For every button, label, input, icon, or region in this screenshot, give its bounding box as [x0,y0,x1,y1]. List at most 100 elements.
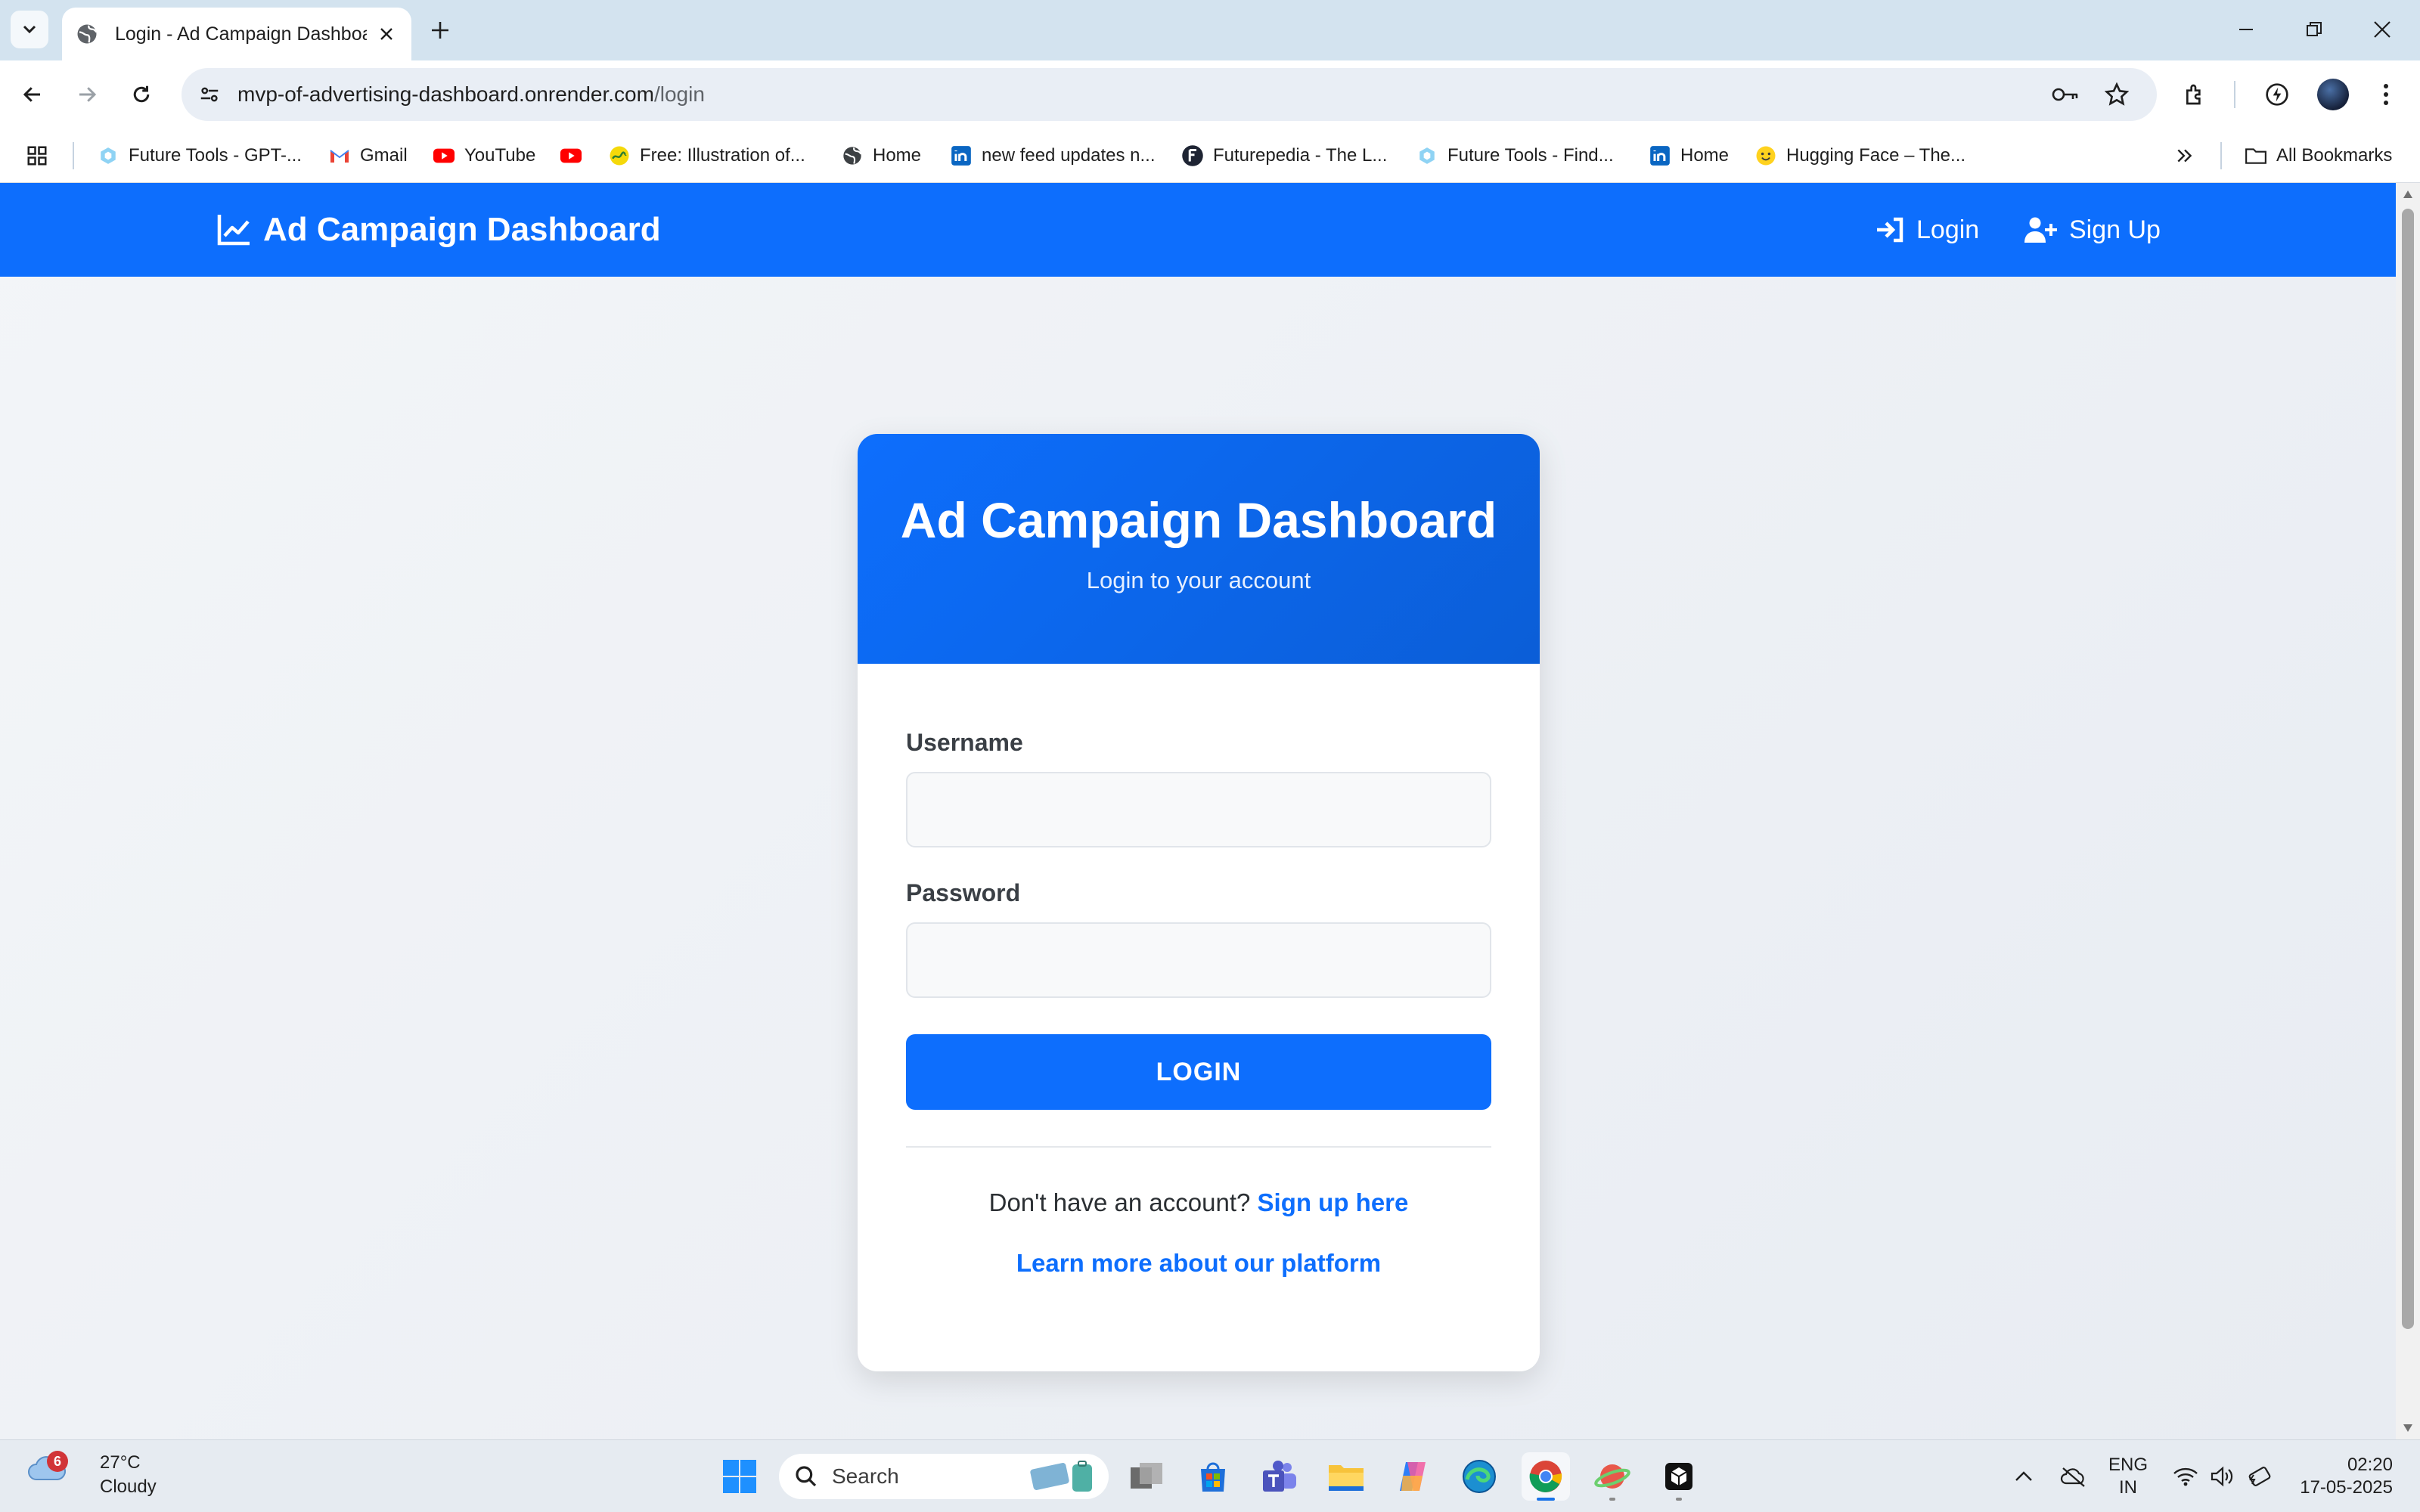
sign-in-icon [1876,217,1904,243]
browser-menu-icon[interactable] [2369,77,2403,112]
nav-login-label: Login [1916,215,1980,244]
bookmark-item[interactable]: YouTube [433,141,535,171]
signup-link[interactable]: Sign up here [1258,1188,1409,1216]
url-path: /login [653,82,705,106]
all-bookmarks-label: All Bookmarks [2276,145,2393,166]
language-region: IN [2119,1477,2137,1498]
site-info-icon[interactable] [192,77,227,112]
store-icon [1201,1462,1225,1492]
hugging-face-icon [1754,144,1777,167]
bookmark-item[interactable]: new feed updates n... [950,141,1156,171]
bookmark-item[interactable]: Future Tools - Find... [1416,141,1614,171]
bookmark-item[interactable]: Futurepedia - The L... [1181,141,1387,171]
planet-icon [1594,1464,1630,1489]
bookmark-label: Hugging Face – The... [1786,145,1966,166]
plus-icon [432,22,448,39]
clock-date: 17-05-2025 [2300,1477,2393,1498]
close-icon [2374,21,2391,38]
bookmark-star-icon[interactable] [2099,77,2134,112]
weather-widget[interactable]: 6 27°C Cloudy [26,1451,157,1497]
language-code: ENG [2108,1455,2149,1475]
taskbar-search[interactable]: Search [779,1454,1109,1499]
terminal-app-button[interactable] [1655,1452,1703,1501]
nav-signup-link[interactable]: Sign Up [2024,209,2161,251]
scroll-down-icon[interactable] [2402,1423,2414,1433]
os-taskbar: 6 27°C Cloudy Search ENG IN 02:20 17-05-… [0,1439,2420,1512]
apps-grid-icon[interactable] [26,141,48,171]
login-button[interactable]: LOGIN [906,1034,1491,1110]
new-tab-button[interactable] [425,15,455,45]
double-chevron-right-icon [2177,149,2192,163]
bookmark-item[interactable]: Hugging Face – The... [1754,141,1965,171]
minimize-button[interactable] [2223,11,2269,48]
forward-button[interactable] [70,77,104,112]
chevron-up-icon [2015,1471,2032,1481]
arrow-left-icon [23,87,40,102]
task-view-icon [1131,1463,1162,1489]
futurepedia-icon [1181,144,1204,167]
bookmark-label: Futurepedia - The L... [1213,145,1388,166]
close-tab-icon[interactable] [376,23,398,45]
page-scrollbar[interactable] [2396,183,2420,1439]
onedrive-status-icon[interactable] [2057,1460,2090,1493]
copilot-app-button[interactable] [1388,1452,1437,1501]
tab-search-button[interactable] [11,11,48,48]
show-hidden-icons-button[interactable] [2007,1460,2040,1493]
login-form: Username Password LOGIN Don't have an ac… [858,729,1540,1278]
bookmark-divider [2220,142,2222,169]
performance-icon[interactable] [2260,77,2294,112]
address-bar[interactable]: mvp-of-advertising-dashboard.onrender.co… [182,68,2157,121]
edge-app-button[interactable] [1455,1452,1503,1501]
nav-login-link[interactable]: Login [1876,209,1979,251]
restore-button[interactable] [2291,11,2337,48]
browser-alt-app-button[interactable] [1588,1452,1637,1501]
bookmark-label: Gmail [360,145,408,166]
windows-start-button[interactable] [715,1452,764,1501]
active-app-indicator [1537,1498,1555,1501]
bookmarks-bar: Future Tools - GPT-... Gmail YouTube Fre… [0,129,2420,183]
more-bookmarks-button[interactable] [2175,141,2195,171]
store-app-button[interactable] [1189,1452,1237,1501]
running-app-indicator [1676,1498,1682,1501]
browser-tab-active[interactable]: Login - Ad Campaign Dashboard [62,8,411,60]
system-clock[interactable]: 02:20 17-05-2025 [2294,1454,2393,1499]
bookmark-item[interactable]: Gmail [328,141,408,171]
file-explorer-button[interactable] [1322,1452,1370,1501]
username-input[interactable] [906,772,1491,847]
bookmark-item[interactable]: Future Tools - GPT-... [97,141,302,171]
profile-avatar[interactable] [2317,79,2349,110]
form-divider [906,1146,1491,1148]
bookmark-item[interactable]: Home [1649,141,1729,171]
url-text: mvp-of-advertising-dashboard.onrender.co… [237,82,705,107]
task-view-button[interactable] [1122,1452,1171,1501]
bookmark-item[interactable] [560,141,591,171]
tab-strip: Login - Ad Campaign Dashboard [0,0,2420,60]
url-domain: mvp-of-advertising-dashboard.onrender.co… [237,82,654,106]
reload-button[interactable] [124,77,159,112]
wifi-icon[interactable] [2169,1460,2202,1493]
login-card-header: Ad Campaign Dashboard Login to your acco… [858,434,1540,664]
extensions-icon[interactable] [2178,77,2213,112]
bookmark-label: new feed updates n... [982,145,1156,166]
close-window-button[interactable] [2360,11,2405,48]
volume-icon[interactable] [2205,1460,2238,1493]
password-key-icon[interactable] [2048,77,2083,112]
line-chart-icon [216,213,251,246]
gmail-icon [328,144,351,167]
bookmark-label: Home [873,145,922,166]
bookmark-label: Future Tools - Find... [1447,145,1614,166]
brand-link[interactable]: Ad Campaign Dashboard [216,206,661,254]
chrome-app-button[interactable] [1522,1452,1570,1501]
scroll-up-icon[interactable] [2402,189,2414,200]
password-input[interactable] [906,922,1491,998]
battery-charging-icon[interactable] [2242,1460,2275,1493]
scroll-thumb[interactable] [2402,209,2414,1329]
all-bookmarks-button[interactable]: All Bookmarks [2245,141,2392,171]
bookmark-item[interactable]: Home [841,141,921,171]
teams-icon [1263,1461,1296,1492]
back-button[interactable] [15,77,50,112]
language-indicator[interactable]: ENG IN [2108,1454,2148,1499]
bookmark-item[interactable]: Free: Illustration of... [608,141,805,171]
teams-app-button[interactable] [1255,1452,1304,1501]
learn-more-link[interactable]: Learn more about our platform [1016,1249,1381,1277]
